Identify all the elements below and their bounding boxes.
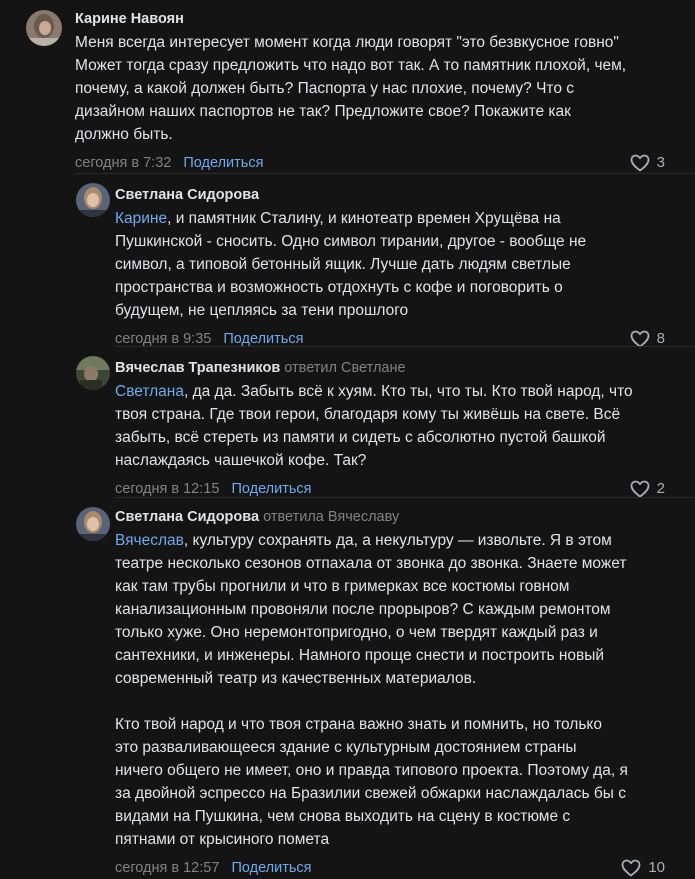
- avatar-vyacheslav-photo-icon[interactable]: [76, 356, 110, 390]
- comment-text: Светлана, да да. Забыть всё к хуям. Кто …: [115, 380, 665, 472]
- comment-body: , да да. Забыть всё к хуям. Кто ты, что …: [115, 383, 633, 469]
- like-count: 10: [648, 859, 665, 876]
- heart-outline-icon: [630, 154, 650, 172]
- heart-outline-icon: [630, 480, 650, 498]
- comment-author[interactable]: Светлана Сидорова: [115, 187, 259, 203]
- share-button[interactable]: Поделиться: [183, 155, 263, 171]
- like-count: 3: [656, 154, 665, 171]
- comment-time[interactable]: сегодня в 12:57: [115, 860, 219, 876]
- mention-link[interactable]: Карине: [115, 210, 167, 227]
- share-button[interactable]: Поделиться: [223, 331, 303, 347]
- like-button[interactable]: 3: [630, 152, 665, 174]
- comment-time[interactable]: сегодня в 12:15: [115, 481, 219, 497]
- share-button[interactable]: Поделиться: [231, 860, 311, 876]
- avatar-karine-photo-icon[interactable]: [26, 10, 62, 46]
- comment-author[interactable]: Карине Навоян: [75, 11, 184, 27]
- like-button[interactable]: 10: [621, 857, 665, 879]
- comment-text: Вячеслав, культуру сохранять да, а некул…: [115, 529, 665, 851]
- comment-text: Карине, и памятник Сталину, и кинотеатр …: [115, 207, 665, 322]
- comment-body: , культуру сохранять да, а некультуру — …: [115, 532, 628, 848]
- avatar-svetlana-photo-icon[interactable]: [76, 183, 110, 217]
- comment-author[interactable]: Светлана Сидорова: [115, 509, 259, 525]
- reply-to-link[interactable]: ответила Вячеславу: [263, 509, 399, 525]
- heart-outline-icon: [621, 859, 641, 877]
- comment-text: Меня всегда интересует момент когда люди…: [75, 34, 627, 143]
- mention-link[interactable]: Вячеслав: [115, 532, 184, 549]
- mention-link[interactable]: Светлана: [115, 383, 184, 400]
- comment-author[interactable]: Вячеслав Трапезников: [115, 360, 280, 376]
- reply-to-link[interactable]: ответил Светлане: [284, 360, 405, 376]
- separator: [75, 173, 695, 174]
- comment-time[interactable]: сегодня в 9:35: [115, 331, 211, 347]
- share-button[interactable]: Поделиться: [231, 481, 311, 497]
- comment-body: , и памятник Сталину, и кинотеатр времен…: [115, 210, 587, 319]
- comment-time[interactable]: сегодня в 7:32: [75, 155, 171, 171]
- avatar-svetlana-photo-icon[interactable]: [76, 507, 110, 541]
- separator: [115, 497, 695, 498]
- separator: [115, 346, 695, 347]
